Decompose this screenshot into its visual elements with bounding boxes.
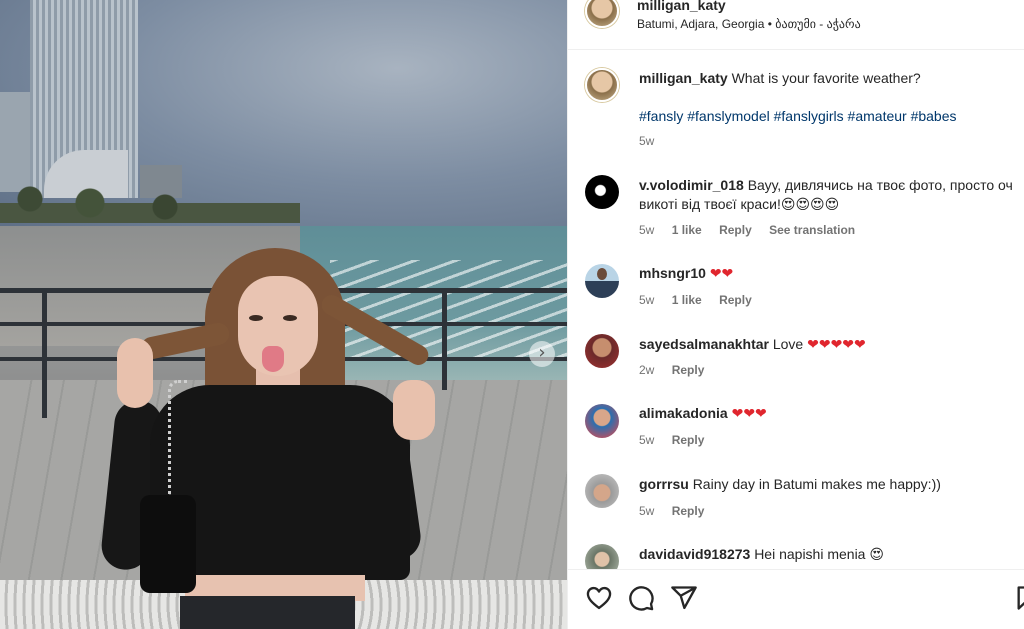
reply-button[interactable]: Reply [672,363,705,377]
comment: davidavid918273 Hei napishi menia 😍 [568,544,1024,569]
avatar[interactable] [585,404,619,438]
comment-username[interactable]: alimakadonia [639,405,728,421]
paper-plane-icon[interactable] [670,584,698,612]
avatar[interactable] [585,474,619,508]
comment-username[interactable]: sayedsalmanakhtar [639,336,769,352]
avatar[interactable] [585,68,619,102]
comment-time: 2w [639,363,655,377]
reply-button[interactable]: Reply [719,293,752,307]
caption-time: 5w [639,134,655,148]
heart-emoji: ❤❤❤❤❤ [807,337,866,353]
avatar[interactable] [585,264,619,298]
railing-post [42,290,47,418]
comment-time: 5w [639,293,655,307]
comment-icon[interactable] [627,584,655,612]
comment-text: Hei napishi menia [754,546,866,562]
person-hand [393,380,435,440]
avatar[interactable] [585,334,619,368]
see-translation-button[interactable]: See translation [769,223,855,237]
action-bar [568,569,1024,629]
avatar[interactable] [585,0,619,28]
person-eye [283,315,297,321]
heart-emoji: ❤❤ [709,266,734,282]
comment-time: 5w [639,433,655,447]
reply-button[interactable]: Reply [672,433,705,447]
post-photo[interactable]: › [0,0,567,629]
comment-text: Love [772,336,804,352]
person-jeans [180,596,355,629]
caption-username[interactable]: milligan_katy [639,70,728,86]
like-count[interactable]: 1 like [672,293,702,307]
caption-text: What is your favorite weather? [731,70,921,86]
like-count[interactable]: 1 like [672,223,702,237]
comment-username[interactable]: davidavid918273 [639,546,750,562]
avatar[interactable] [585,544,619,569]
comment-text: Rainy day in Batumi makes me happy:)) [692,476,941,492]
bag-strap [168,380,188,498]
comment-username[interactable]: mhsngr10 [639,265,706,281]
reply-button[interactable]: Reply [719,223,752,237]
comment-text: Вауу, дивлячись на твоє фото, просто оч [747,177,1013,193]
person-hand [117,338,153,408]
heart-emoji: ❤❤❤ [731,406,767,422]
building [0,92,34,192]
railing-post [442,290,447,390]
trees [0,183,300,223]
comment-text: викоті від твоєї краси! [639,196,781,212]
avatar[interactable] [585,175,619,209]
handbag [140,495,196,593]
comment-time: 5w [639,223,655,237]
post-header: milligan_katy Batumi, Adjara, Georgia • … [568,0,1024,50]
heart-eyes-emoji: 😍😍😍😍 [780,197,840,213]
comment-username[interactable]: v.volodimir_018 [639,177,744,193]
reply-button[interactable]: Reply [672,504,705,518]
post-side-panel: milligan_katy Batumi, Adjara, Georgia • … [567,0,1024,629]
post-location[interactable]: Batumi, Adjara, Georgia • ბათუმი - აჭარა [637,17,861,31]
comment-time: 5w [639,504,655,518]
author-username[interactable]: milligan_katy [637,0,726,13]
person-eye [249,315,263,321]
heart-icon[interactable] [585,584,613,612]
comment-username[interactable]: gorrrsu [639,476,689,492]
chevron-right-icon[interactable]: › [529,341,555,367]
caption-hashtags[interactable]: #fansly #fanslymodel #fanslygirls #amate… [639,107,957,126]
person-tongue [262,346,284,372]
bookmark-icon[interactable] [1014,584,1024,612]
heart-eyes-emoji: 😍 [869,547,884,563]
